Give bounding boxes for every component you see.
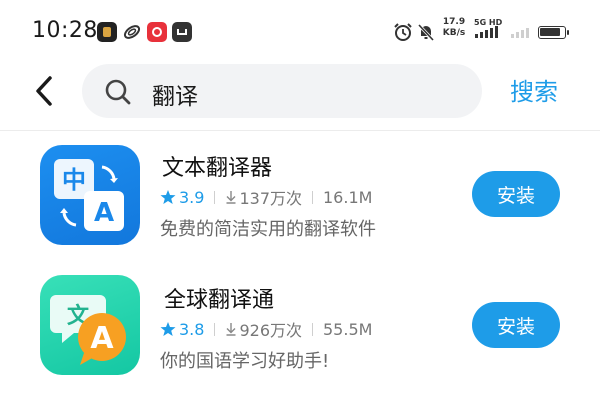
app-description: 你的国语学习好助手!: [160, 351, 330, 372]
star-icon: [160, 322, 176, 336]
status-time: 10:28: [32, 18, 98, 43]
search-query-text: 翻译: [152, 84, 198, 110]
global-translator-app-icon: 文 A: [40, 275, 140, 375]
app-downloads-value: 926万次: [239, 321, 302, 340]
install-button[interactable]: 安装: [472, 302, 560, 348]
battery-icon: [538, 26, 569, 39]
netease-music-notification-icon: [147, 22, 167, 42]
link-app-notification-icon: [122, 22, 142, 42]
network-speed-value: 17.9: [442, 17, 466, 27]
meta-separator: [312, 190, 313, 204]
app-meta: 3.8 926万次 55.5M: [160, 317, 372, 341]
app-name: 全球翻译通: [164, 288, 275, 313]
app-rating: 3.8: [160, 320, 204, 339]
app-downloads-value: 137万次: [239, 189, 302, 208]
alarm-icon: [394, 23, 412, 41]
back-arrow-icon: [36, 76, 52, 106]
search-input[interactable]: 翻译: [82, 64, 482, 118]
signal-icon: [475, 26, 498, 38]
mute-icon: [417, 23, 435, 42]
app-size: 16.1M: [323, 187, 373, 207]
download-icon: [226, 323, 236, 336]
star-icon: [160, 190, 176, 204]
app-downloads: 926万次: [225, 317, 302, 341]
search-submit-button[interactable]: 搜索: [510, 72, 558, 107]
mail-notification-icon: [172, 22, 192, 42]
app-list-item[interactable]: 中 A 文本翻译器 3.9 137万次 16.1M 免费的简洁实用的翻译软件 安…: [0, 142, 600, 254]
download-icon: [226, 191, 236, 204]
app-rating: 3.9: [160, 188, 204, 207]
network-speed: 17.9 KB/s: [441, 17, 467, 39]
meta-separator: [214, 190, 216, 204]
app-icon-glyph-top: 中: [62, 166, 86, 194]
app-meta: 3.9 137万次 16.1M: [160, 185, 372, 209]
app-icon-glyph-bottom: A: [90, 321, 114, 356]
app-downloads: 137万次: [225, 185, 302, 209]
app-list-item[interactable]: 文 A 全球翻译通 3.8 926万次 55.5M 你的国语学习好助手! 安装: [0, 272, 600, 384]
back-button[interactable]: [30, 74, 60, 108]
app-icon-glyph-bottom: A: [94, 198, 114, 228]
network-speed-unit: KB/s: [442, 28, 466, 38]
search-icon: [105, 79, 131, 105]
status-bar: 10:28 17.9 KB/s 5G HD: [0, 0, 600, 62]
header-divider: [0, 130, 600, 131]
game-app-notification-icon: [97, 22, 117, 42]
app-rating-value: 3.9: [179, 187, 205, 207]
app-name: 文本翻译器: [162, 156, 273, 181]
signal-secondary-icon: [511, 26, 529, 38]
translator-app-icon: 中 A: [40, 145, 140, 245]
meta-separator: [312, 322, 313, 336]
app-rating-value: 3.8: [179, 319, 205, 339]
install-button[interactable]: 安装: [472, 171, 560, 217]
meta-separator: [214, 322, 216, 336]
app-description: 免费的简洁实用的翻译软件: [160, 219, 376, 240]
app-size: 55.5M: [323, 319, 373, 339]
